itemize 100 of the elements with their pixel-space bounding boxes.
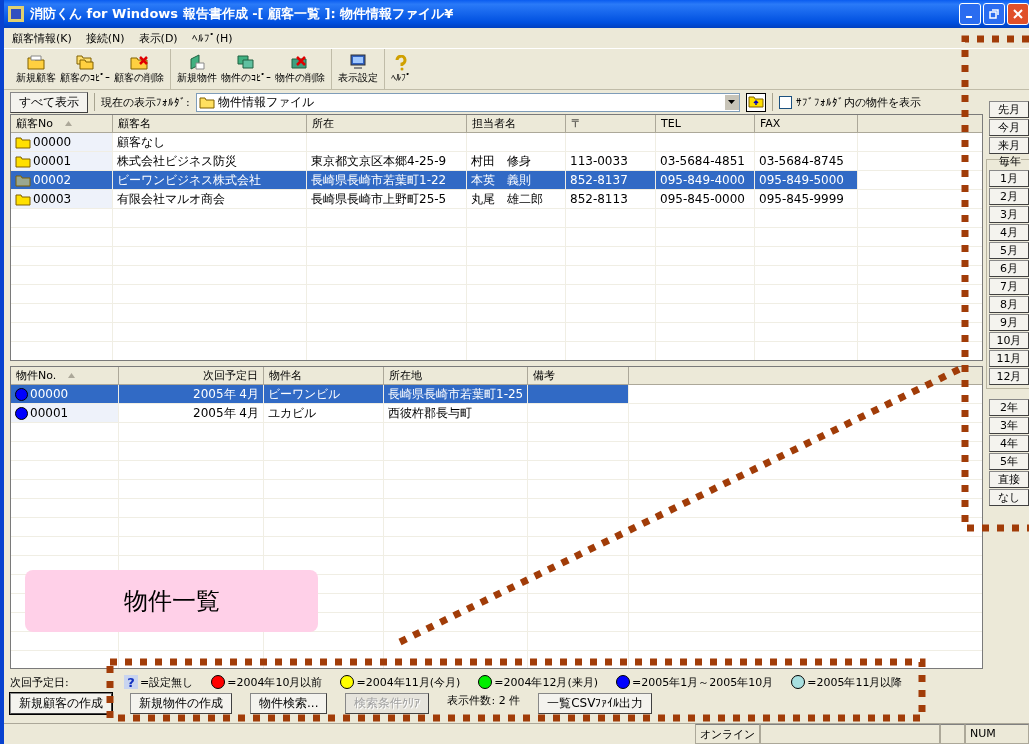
period-button[interactable]: 3年 [989,417,1029,434]
table-cell: 03-5684-4851 [656,152,755,170]
legend-text: =設定無し [140,674,194,690]
table-cell: 西彼杵郡長与町 [384,404,528,422]
legend-label: 次回予定日: [10,674,70,690]
toolbar-button[interactable]: 新規顧客 [14,49,58,89]
folder-icon [15,173,31,187]
month-button[interactable]: 3月 [989,206,1029,223]
subfolder-checkbox[interactable]: ｻﾌﾞﾌｫﾙﾀﾞ内の物件を表示 [778,94,921,110]
toolbar-button[interactable]: ﾍﾙﾌﾟ [389,49,413,89]
window-title: 消防くん for Windows 報告書作成 -[ 顧客一覧 ]: 物件情報ファイル¥ [30,5,454,23]
month-button[interactable]: 1月 [989,170,1029,187]
column-header[interactable]: 物件No. [11,367,119,384]
folder-delete-icon [129,53,149,70]
column-header[interactable]: 備考 [528,367,629,384]
sort-arrow-icon [64,121,72,126]
toolbar-button[interactable]: 物件の削除 [273,49,327,89]
table-cell[interactable]: 00001 [11,404,119,422]
status-pane: オンライン [695,724,760,744]
table-cell: 株式会社ビジネス防災 [113,152,307,170]
action-button[interactable]: 一覧CSVﾌｧｲﾙ出力 [538,693,653,714]
show-all-button[interactable]: すべて表示 [10,91,88,113]
callout-label: 物件一覧 [25,570,318,632]
sort-arrow-icon [68,373,76,378]
period-button[interactable]: 先月 [989,101,1029,118]
action-button[interactable]: 新規顧客の作成 [10,693,112,714]
table-cell[interactable]: 00000 [11,133,113,151]
legend-text: =2004年12月(来月) [494,674,599,690]
month-button[interactable]: 5月 [989,242,1029,259]
toolbar-button[interactable]: 物件のｺﾋﾟｰ [219,49,273,89]
month-button[interactable]: 2月 [989,188,1029,205]
document-icon [187,53,207,70]
period-button[interactable]: 5年 [989,453,1029,470]
restore-button[interactable] [983,3,1005,25]
legend-text: =2004年11月(今月) [356,674,461,690]
column-header[interactable]: FAX [755,115,858,132]
period-button[interactable]: 4年 [989,435,1029,452]
close-icon [1013,9,1023,19]
column-header[interactable]: 担当者名 [467,115,566,132]
period-button[interactable]: 来月 [989,137,1029,154]
table-cell[interactable]: 00003 [11,190,113,208]
toolbar-button[interactable]: 表示設定 [336,49,380,89]
table-cell: ビーワンビル [264,385,384,403]
legend-text: =2004年10月以前 [227,674,323,690]
folders-icon [75,53,95,70]
menu-item[interactable]: 表示(D) [138,30,178,46]
column-header[interactable]: 所在 [307,115,467,132]
action-button[interactable]: 物件検索... [250,693,328,714]
period-button[interactable]: 今月 [989,119,1029,136]
menu-item[interactable]: 接続(N) [85,30,125,46]
table-cell: 本英 義則 [467,171,566,189]
table-cell: 村田 修身 [467,152,566,170]
folder-dropdown[interactable]: 物件情報ファイル [195,92,740,112]
table-cell: ユカビル [264,404,384,422]
month-button[interactable]: 8月 [989,296,1029,313]
table-cell[interactable]: 00001 [11,152,113,170]
month-button[interactable]: 12月 [989,368,1029,385]
toolbar-button[interactable]: 新規物件 [175,49,219,89]
folder-up-button[interactable] [745,92,766,112]
toolbar-button[interactable]: 顧客の削除 [112,49,166,89]
action-button[interactable]: 新規物件の作成 [130,693,232,714]
monitor-icon [348,53,368,70]
help-icon [394,55,408,71]
column-header[interactable]: 顧客No [11,115,113,132]
month-button[interactable]: 4月 [989,224,1029,241]
table-cell: 095-849-5000 [755,171,858,189]
column-header[interactable]: 物件名 [264,367,384,384]
month-button[interactable]: 10月 [989,332,1029,349]
period-button[interactable]: 2年 [989,399,1029,416]
menu-item[interactable]: ﾍﾙﾌﾟ(H) [191,31,233,45]
toolbar-button[interactable]: 顧客のｺﾋﾟｰ [58,49,112,89]
table-cell[interactable]: 00000 [11,385,119,403]
app-icon [8,6,24,22]
table-cell: 長崎県長崎市若葉町1-22 [307,171,467,189]
month-button[interactable]: 11月 [989,350,1029,367]
legend-text: =2005年11月以降 [807,674,903,690]
document-delete-icon [290,53,310,70]
menu-item[interactable]: 顧客情報(K) [12,30,72,46]
period-button[interactable]: 直接 [989,471,1029,488]
table-cell: 顧客なし [113,133,307,151]
table-cell: 113-0033 [566,152,656,170]
column-header[interactable]: 顧客名 [113,115,307,132]
column-header[interactable]: 次回予定日 [119,367,264,384]
table-cell[interactable]: 00002 [11,171,113,189]
minimize-button[interactable] [959,3,981,25]
month-button[interactable]: 7月 [989,278,1029,295]
column-header[interactable]: 所在地 [384,367,528,384]
period-button[interactable]: なし [989,489,1029,506]
column-header[interactable]: 〒 [566,115,656,132]
month-button[interactable]: 9月 [989,314,1029,331]
table-cell: 長崎県長崎市上野町25-5 [307,190,467,208]
status-pane: NUM [965,724,1029,744]
month-button[interactable]: 6月 [989,260,1029,277]
table-cell: 長崎県長崎市若葉町1-25 [384,385,528,403]
legend-text: =2005年1月～2005年10月 [632,674,774,690]
question-icon: ? [124,675,138,689]
table-cell: 2005年 4月 [119,385,264,403]
column-header[interactable]: TEL [656,115,755,132]
close-button[interactable] [1007,3,1029,25]
restore-icon [989,9,999,19]
